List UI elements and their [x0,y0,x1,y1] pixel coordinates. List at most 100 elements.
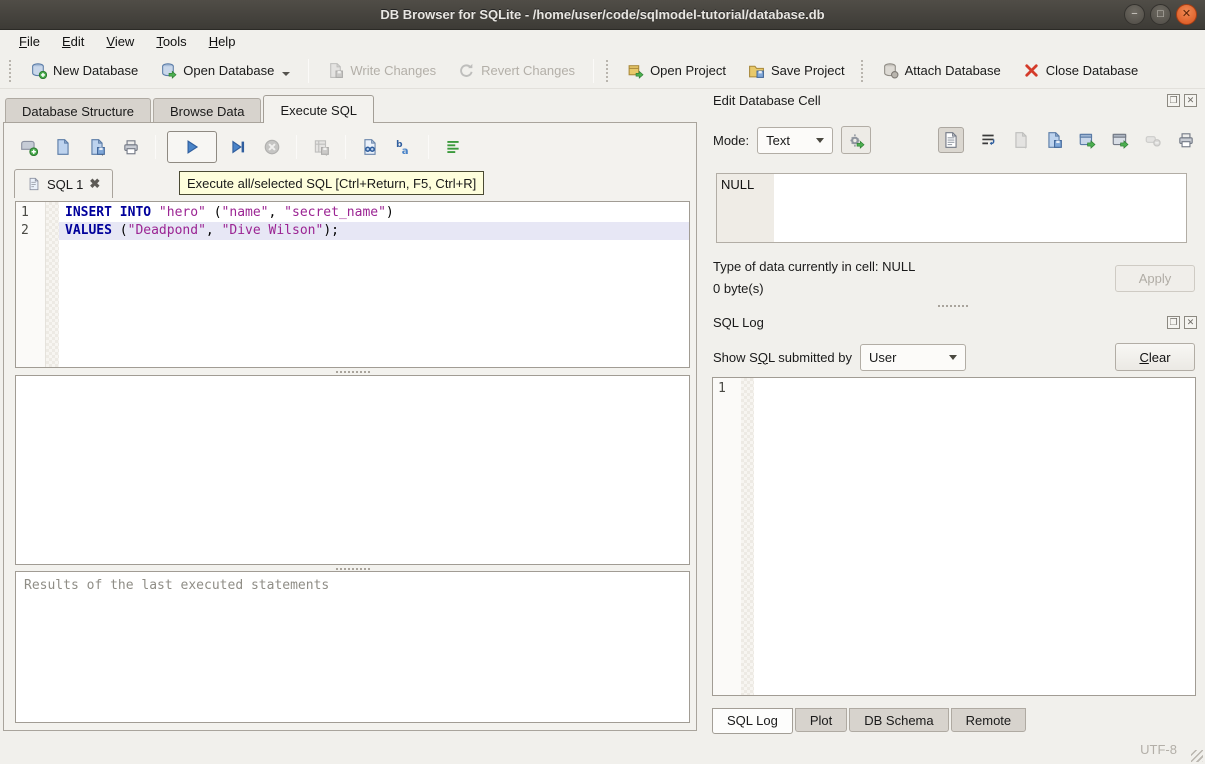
open-database-dropdown-icon[interactable] [282,72,290,76]
cell-edit-area[interactable] [774,174,1186,242]
cell-value-text: NULL [717,174,774,242]
editor-code[interactable]: INSERT INTO "hero" ("name", "secret_name… [59,202,689,367]
menu-file[interactable]: File [8,32,51,51]
dock-close-icon[interactable]: ✕ [1184,94,1197,107]
toolbar-separator [308,59,309,83]
encoding-indicator[interactable]: UTF-8 [1140,742,1177,757]
results-message-pane[interactable]: Results of the last executed statements [15,571,690,723]
sql-log-dock-header: SQL Log ❐ ✕ [713,315,1197,330]
splitter-handle[interactable] [15,368,690,375]
dock-float-icon[interactable]: ❐ [1167,94,1180,107]
sql-code-editor[interactable]: 12 INSERT INTO "hero" ("name", "secret_n… [15,201,690,368]
clear-button[interactable]: Clear [1115,343,1195,371]
toolbar-separator [593,59,594,83]
menu-tools[interactable]: Tools [145,32,197,51]
window-title: DB Browser for SQLite - /home/user/code/… [380,7,824,22]
word-wrap-icon[interactable] [979,131,997,149]
menu-edit[interactable]: Edit [51,32,95,51]
execute-line-icon[interactable] [229,138,247,156]
toolbar-drag-handle[interactable] [606,60,611,82]
apply-button: Apply [1115,265,1195,292]
execute-all-button[interactable] [167,131,217,163]
maximize-icon[interactable]: □ [1150,4,1171,25]
save-sql-file-icon[interactable] [88,138,106,156]
toolbar-drag-handle[interactable] [861,60,866,82]
close-tab-icon[interactable]: ✖ [89,176,100,192]
results-grid-pane[interactable] [15,375,690,565]
cell-mode-row: Mode: Text [713,125,1195,155]
new-database-button[interactable]: New Database [19,57,149,84]
dock-close-icon[interactable]: ✕ [1184,316,1197,329]
bottom-tab-bar: SQL Log Plot DB Schema Remote [712,708,1028,734]
chevron-down-icon [949,355,957,360]
database-new-icon [30,62,47,79]
sql-tab[interactable]: SQL 1 ✖ [14,169,113,198]
sql-log-controls: Show SQL submitted by User Clear [713,342,1195,372]
print-icon[interactable] [1177,131,1195,149]
new-tab-icon[interactable] [20,138,38,156]
open-sql-file-icon[interactable] [54,138,72,156]
open-project-icon [627,62,644,79]
menu-help[interactable]: Help [198,32,247,51]
toolbar-drag-handle[interactable] [9,60,14,82]
code-line[interactable]: VALUES ("Deadpond", "Dive Wilson"); [59,222,689,240]
text-document-icon[interactable] [938,127,964,153]
cell-value-editor[interactable]: NULL [716,173,1187,243]
export-data-icon[interactable] [1078,131,1096,149]
open-project-button[interactable]: Open Project [616,57,737,84]
cell-size-info: 0 byte(s) [713,281,764,296]
format-sql-icon[interactable]: ba [395,138,413,156]
revert-changes-button: Revert Changes [447,57,586,84]
attach-database-button[interactable]: Attach Database [871,57,1012,84]
import-data-icon[interactable] [1045,131,1063,149]
tab-execute-sql[interactable]: Execute SQL [263,95,374,123]
toolbar-separator [296,135,297,159]
save-project-button[interactable]: Save Project [737,57,856,84]
find-icon[interactable] [361,138,379,156]
dock-float-icon[interactable]: ❐ [1167,316,1180,329]
write-changes-icon [327,62,344,79]
sql-file-icon [27,177,41,191]
minimize-icon[interactable]: − [1124,4,1145,25]
auto-switch-icon [848,132,865,149]
right-dock-area: Edit Database Cell ❐ ✕ Mode: Text [700,89,1205,735]
save-project-icon [748,62,765,79]
sql-log-view[interactable]: 1 [712,377,1196,696]
cell-type-info: Type of data currently in cell: NULL [713,259,915,274]
log-fold-margin [741,378,754,695]
editor-line-numbers: 12 [16,202,46,367]
title-bar: DB Browser for SQLite - /home/user/code/… [0,0,1205,30]
execute-all-icon[interactable] [183,138,201,156]
results-placeholder: Results of the last executed statements [24,578,329,593]
tab-db-schema[interactable]: DB Schema [849,708,948,732]
print-icon[interactable] [122,138,140,156]
log-filter-select[interactable]: User [860,344,966,371]
indent-icon[interactable] [444,138,462,156]
set-null-icon [1144,131,1162,149]
open-in-app-icon[interactable] [1111,131,1129,149]
cell-editor-toolbar [928,127,1195,153]
log-content[interactable] [754,378,1195,695]
sql-tab-label: SQL 1 [47,177,83,192]
mode-select[interactable]: Text [757,127,833,154]
toolbar-separator [155,135,156,159]
tab-sql-log[interactable]: SQL Log [712,708,793,734]
tooltip: Execute all/selected SQL [Ctrl+Return, F… [179,171,484,195]
code-line[interactable]: INSERT INTO "hero" ("name", "secret_name… [59,204,689,222]
auto-switch-mode-button[interactable] [841,126,871,154]
resize-grip-icon[interactable] [1191,750,1203,762]
tab-remote[interactable]: Remote [951,708,1027,732]
open-database-button[interactable]: Open Database [149,57,301,84]
tab-browse-data[interactable]: Browse Data [153,98,261,123]
sql-editor-toolbar: ba [12,129,470,165]
close-icon[interactable]: ✕ [1176,4,1197,25]
log-filter-label: Show SQL submitted by [713,350,852,365]
tab-database-structure[interactable]: Database Structure [5,98,151,123]
sql-log-title: SQL Log [713,315,1163,330]
close-database-button[interactable]: Close Database [1012,57,1150,84]
menu-bar: File Edit View Tools Help [0,30,1205,53]
tab-plot[interactable]: Plot [795,708,847,732]
menu-view[interactable]: View [95,32,145,51]
splitter-handle[interactable] [700,305,1205,307]
log-line-number: 1 [713,378,741,695]
